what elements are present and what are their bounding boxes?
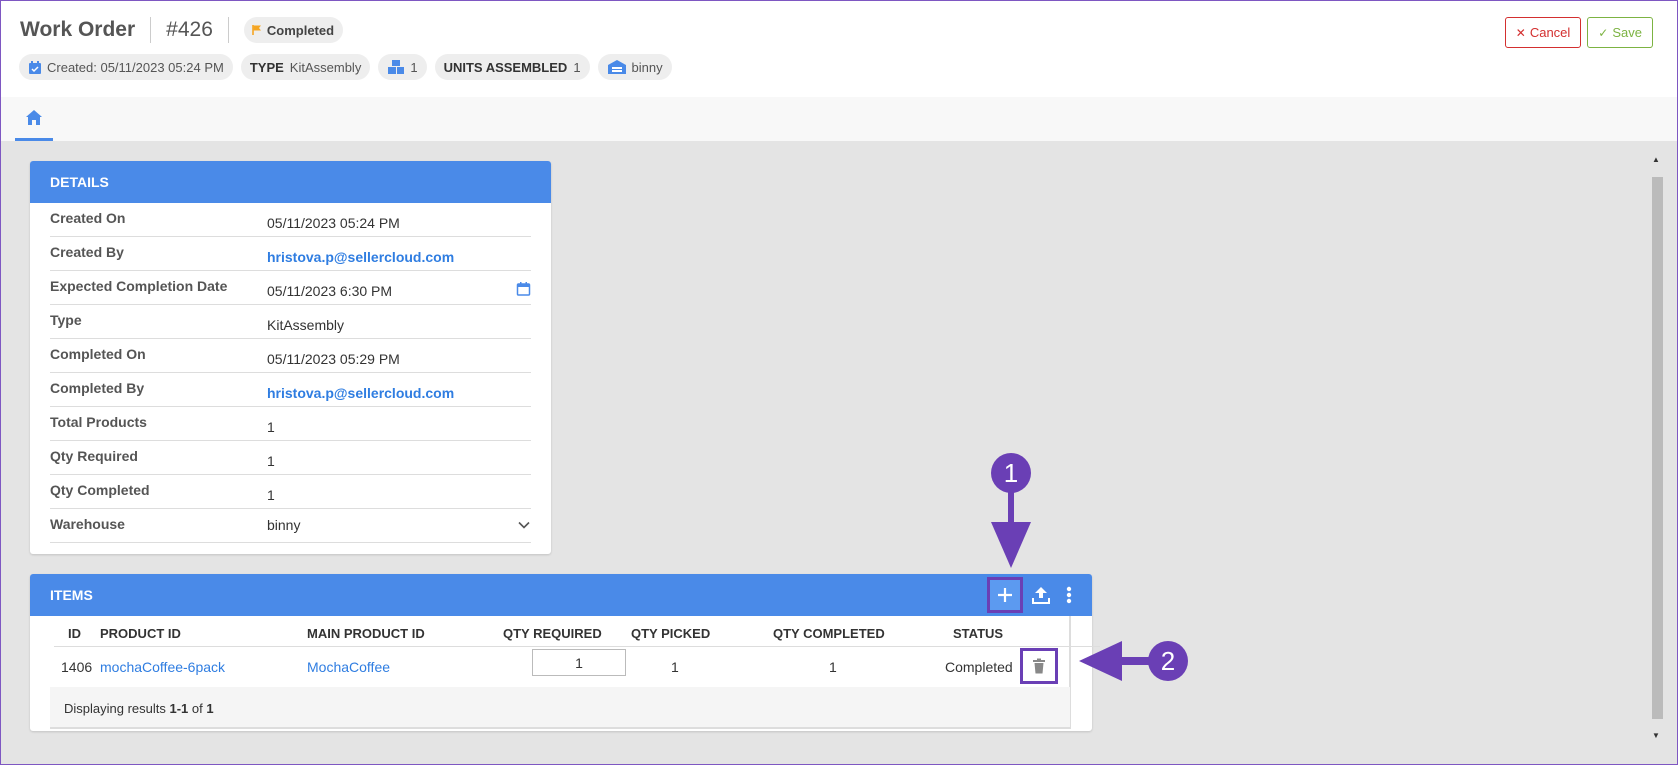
arrow-2-head xyxy=(1079,641,1122,681)
arrow-1-head xyxy=(991,522,1031,568)
annotation-badge-2: 2 xyxy=(1148,641,1188,681)
app-frame: Work Order #426 Completed ✕ Cancel ✓ Sav… xyxy=(0,0,1678,765)
annotation-arrows xyxy=(991,458,1162,681)
annotation-badge-1: 1 xyxy=(991,453,1031,493)
